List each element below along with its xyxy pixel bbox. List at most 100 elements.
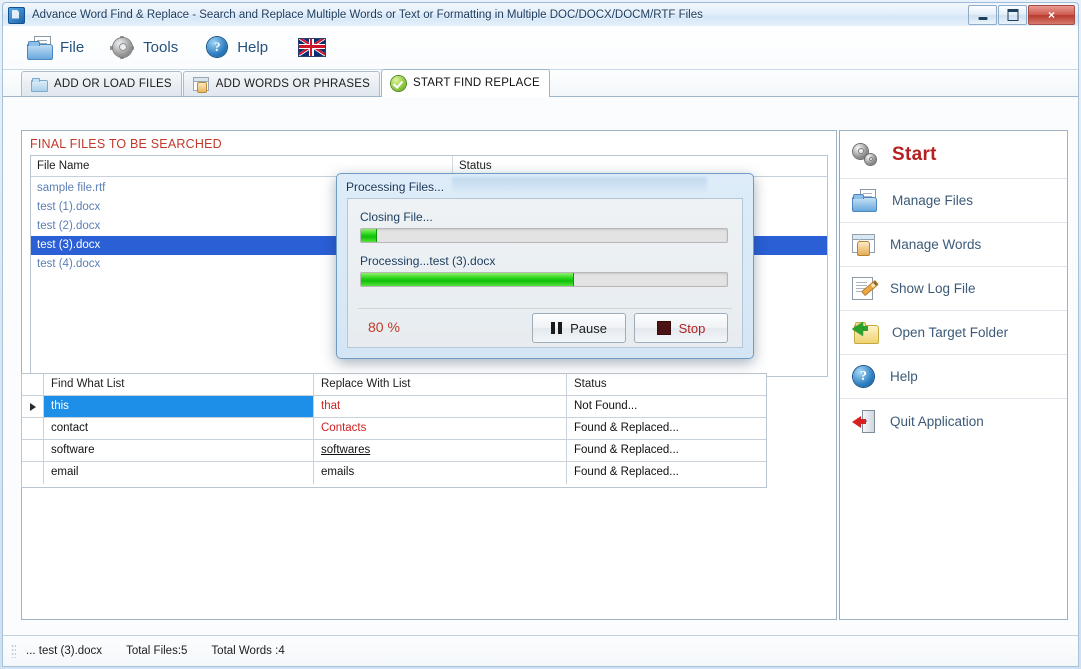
pause-icon: [551, 322, 563, 334]
row-selector-arrow-icon: [29, 402, 36, 411]
menu-item-file[interactable]: File: [17, 30, 94, 66]
title-bar: Advance Word Find & Replace - Search and…: [2, 2, 1079, 28]
client-area: File Tools ? Help ADD OR LOAD FILES ADD …: [2, 26, 1079, 667]
pause-button-label: Pause: [570, 320, 607, 336]
cell-replace-with[interactable]: Contacts: [314, 418, 567, 439]
menu-item-help[interactable]: ? Help: [194, 30, 278, 66]
sidebar-item-manage-words[interactable]: Manage Words: [840, 223, 1067, 267]
gears-icon: [852, 143, 878, 167]
log-file-pencil-icon: [852, 277, 879, 300]
cell-replace-with[interactable]: softwares: [314, 440, 567, 461]
words-column-status: Status: [574, 378, 607, 390]
tab-label-start-find-replace: START FIND REPLACE: [412, 77, 540, 89]
sidebar-item-open-target-folder[interactable]: Open Target Folder: [840, 311, 1067, 355]
exit-door-arrow-icon: [852, 410, 876, 433]
words-column-find-what: Find What List: [44, 374, 314, 395]
tab-add-words-or-phrases[interactable]: ADD WORDS OR PHRASES: [182, 71, 380, 96]
file-progress-fill: [361, 273, 575, 286]
cell-status: Found & Replaced...: [574, 466, 679, 478]
dialog-title-bar: Processing Files...: [341, 177, 749, 196]
menu-label-file: File: [60, 39, 85, 56]
status-grip-icon: [11, 644, 16, 658]
sidebar-item-show-log-file[interactable]: Show Log File: [840, 267, 1067, 311]
application-window: Advance Word Find & Replace - Search and…: [0, 0, 1081, 669]
row-selector[interactable]: [22, 462, 44, 484]
words-column-replace-with: Replace With List: [314, 374, 567, 395]
minimize-button[interactable]: [968, 5, 997, 25]
menu-label-help: Help: [237, 39, 269, 56]
manage-words-icon: [852, 233, 876, 256]
words-grid-header: Find What List Replace With List Status: [22, 374, 766, 396]
sidebar-item-label: Manage Files: [892, 193, 974, 208]
files-section-heading: FINAL FILES TO BE SEARCHED: [30, 137, 222, 151]
manage-files-icon: [852, 189, 878, 212]
question-circle-icon: ?: [852, 365, 876, 389]
cell-status: Found & Replaced...: [574, 444, 679, 456]
tab-start-find-replace[interactable]: START FIND REPLACE: [380, 69, 550, 97]
folder-add-icon: [31, 77, 48, 92]
close-button[interactable]: ×: [1028, 5, 1075, 25]
sidebar-item-label: Open Target Folder: [892, 325, 1009, 340]
dialog-body: Closing File... Processing...test (3).do…: [347, 198, 743, 348]
cell-replace-with[interactable]: that: [314, 396, 567, 417]
open-folder-arrow-icon: [852, 321, 879, 344]
gear-icon: [110, 35, 136, 60]
sidebar-item-start[interactable]: Start: [840, 131, 1067, 179]
app-icon: [8, 6, 25, 24]
row-selector[interactable]: [22, 440, 44, 461]
pause-button[interactable]: Pause: [532, 313, 626, 343]
row-selector[interactable]: [22, 418, 44, 439]
sidebar-item-quit-application[interactable]: Quit Application: [840, 399, 1067, 443]
table-row[interactable]: this that Not Found...: [22, 396, 766, 418]
dialog-percent-text: 80 %: [368, 319, 400, 335]
close-icon: ×: [1047, 8, 1056, 22]
union-jack-flag-icon: [298, 38, 327, 57]
green-check-icon: [390, 75, 406, 91]
cell-find-what[interactable]: email: [44, 462, 314, 484]
dialog-divider: [358, 308, 732, 309]
file-progress-bar: [360, 272, 728, 287]
sidebar: Start Manage Files Manage Words Show Log…: [839, 130, 1068, 620]
language-selector[interactable]: [290, 30, 334, 66]
status-current-file: ... test (3).docx: [26, 645, 103, 657]
step-progress-bar: [360, 228, 728, 243]
cell-find-what[interactable]: software: [44, 440, 314, 461]
window-title: Advance Word Find & Replace - Search and…: [32, 9, 703, 21]
maximize-button[interactable]: [998, 5, 1027, 25]
tab-bar: ADD OR LOAD FILES ADD WORDS OR PHRASES S…: [3, 69, 1078, 97]
tab-add-or-load-files[interactable]: ADD OR LOAD FILES: [21, 71, 182, 96]
words-hand-icon: [192, 76, 209, 93]
cell-replace-text: softwares: [321, 444, 371, 456]
status-total-words: Total Words :4: [211, 645, 285, 657]
dialog-title: Processing Files...: [346, 179, 445, 194]
sidebar-item-label: Quit Application: [890, 413, 984, 429]
cell-replace-with[interactable]: emails: [314, 462, 567, 484]
step-progress-fill: [361, 229, 377, 242]
cell-find-what[interactable]: contact: [44, 418, 314, 439]
cell-status: Not Found...: [574, 400, 638, 412]
table-row[interactable]: email emails Found & Replaced...: [22, 462, 766, 484]
cell-status: Found & Replaced...: [574, 422, 679, 434]
table-row[interactable]: software softwares Found & Replaced...: [22, 440, 766, 462]
status-bar: ... test (3).docx Total Files:5 Total Wo…: [3, 635, 1078, 666]
sidebar-item-manage-files[interactable]: Manage Files: [840, 179, 1067, 223]
stop-square-icon: [656, 321, 671, 335]
menu-label-tools: Tools: [143, 39, 179, 56]
processing-files-dialog: Processing Files... Closing File... Proc…: [336, 173, 754, 359]
question-circle-icon: ?: [204, 36, 230, 60]
cell-find-what[interactable]: this: [44, 396, 314, 417]
status-total-files: Total Files:5: [126, 645, 188, 657]
menu-bar: File Tools ? Help: [3, 26, 1078, 70]
row-selector[interactable]: [22, 396, 44, 417]
sidebar-item-help[interactable]: ? Help: [840, 355, 1067, 399]
sidebar-item-label: Help: [890, 369, 918, 384]
stop-button-label: Stop: [678, 320, 706, 336]
table-row[interactable]: contact Contacts Found & Replaced...: [22, 418, 766, 440]
sidebar-item-label: Show Log File: [890, 281, 976, 296]
words-grid[interactable]: Find What List Replace With List Status …: [21, 373, 767, 488]
file-folder-icon: [27, 35, 53, 60]
menu-item-tools[interactable]: Tools: [100, 30, 188, 66]
stop-button[interactable]: Stop: [634, 313, 728, 343]
tab-label-add-or-load-files: ADD OR LOAD FILES: [54, 78, 172, 90]
sidebar-item-label: Start: [892, 143, 937, 165]
